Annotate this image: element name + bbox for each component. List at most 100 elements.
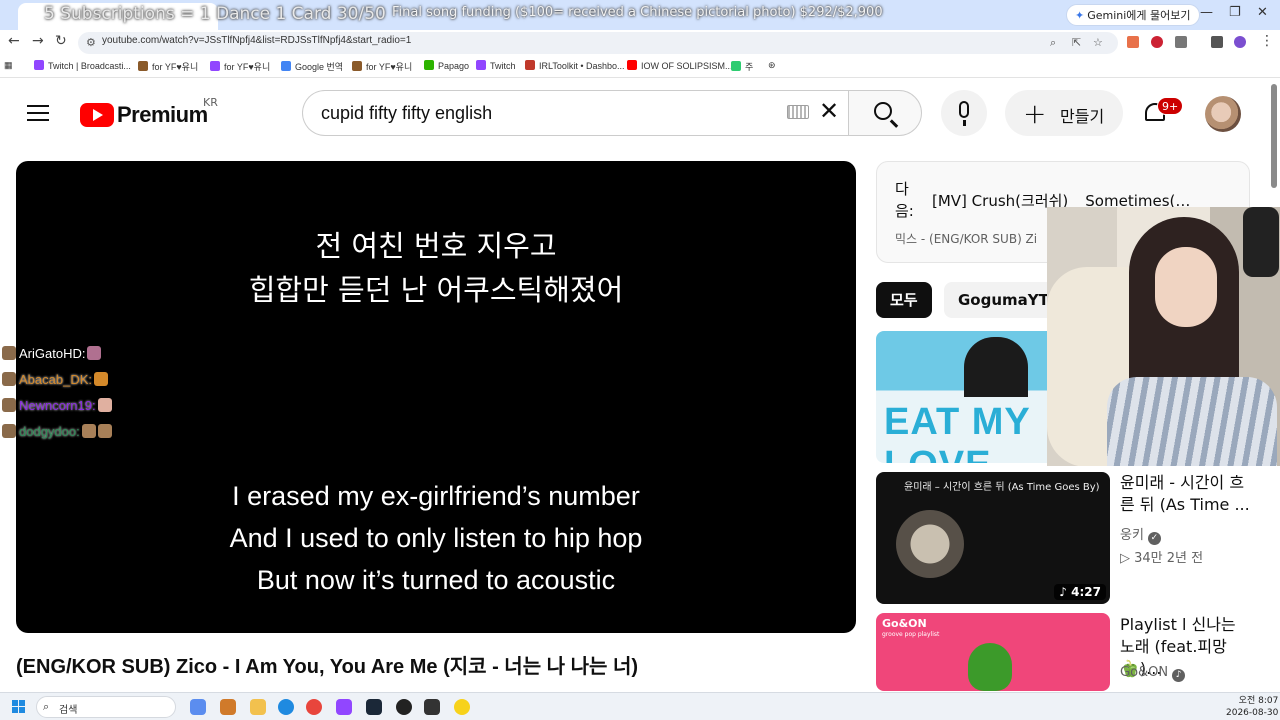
install-icon[interactable]: ⇱ <box>1072 36 1081 49</box>
create-label: 만들기 <box>1060 107 1105 126</box>
emote-icon <box>94 372 108 386</box>
extension-icon[interactable] <box>1151 36 1163 48</box>
app-icon[interactable] <box>220 699 236 715</box>
lyric-english-line: But now it’s turned to acoustic <box>256 565 616 595</box>
file-explorer-icon[interactable] <box>250 699 266 715</box>
up-next-playlist: 믹스 - (ENG/KOR SUB) Zi <box>895 232 1038 246</box>
url-text: youtube.com/watch?v=JSsTlfNpfj4&list=RDJ… <box>102 35 412 46</box>
minimize-icon[interactable]: — <box>1200 5 1213 20</box>
obs-icon[interactable] <box>396 699 412 715</box>
bookmark-item[interactable]: 주 <box>731 60 753 73</box>
gemini-icon: ✦ <box>1075 9 1085 22</box>
streamer-webcam <box>1047 207 1280 466</box>
related-channel[interactable]: Go&ON ♪ <box>1120 665 1186 682</box>
back-icon[interactable]: ← <box>8 33 20 49</box>
profile-icon[interactable] <box>1234 36 1246 48</box>
premium-logo-text[interactable]: Premium <box>117 102 208 128</box>
bookmark-star-icon[interactable]: ☆ <box>1093 36 1103 49</box>
gemini-button-label: Gemini에게 물어보기 <box>1087 9 1191 22</box>
related-video-title[interactable]: 윤미래 - 시간이 흐른 뒤 (As Time ... <box>1120 472 1250 516</box>
chat-badge-icon <box>2 398 16 412</box>
keyboard-icon[interactable] <box>787 105 809 119</box>
video-thumbnail[interactable]: Go&ON groove pop playlist <box>876 613 1110 691</box>
extension-icon[interactable] <box>1127 36 1139 48</box>
verified-icon: ✓ <box>1147 532 1161 545</box>
emote-icon <box>97 424 112 438</box>
chip-gogumayt[interactable]: GogumaYT 기 <box>944 282 1054 318</box>
emote-icon <box>97 398 112 412</box>
bookmark-item[interactable]: IOW OF SOLIPSISM... <box>627 60 733 71</box>
apps-icon[interactable]: ▦ <box>4 60 13 71</box>
duration-badge: ♪ 4:27 <box>1054 584 1106 600</box>
extensions-puzzle-icon[interactable] <box>1175 36 1187 48</box>
steam-icon[interactable] <box>366 699 382 715</box>
youtube-logo-icon[interactable] <box>80 103 114 127</box>
video-player[interactable]: 전 여친 번호 지우고 힙합만 듣던 난 어쿠스틱해졌어 I erased my… <box>16 161 856 633</box>
restore-icon[interactable]: ❐ <box>1229 5 1241 20</box>
bookmark-item[interactable]: Papago <box>424 60 469 71</box>
chatgpt-icon[interactable]: ⊛ <box>768 60 776 71</box>
app-icon[interactable] <box>424 699 440 715</box>
search-button[interactable] <box>848 90 922 136</box>
search-icon <box>874 102 892 120</box>
windows-taskbar: ⌕ 검색 오전 8:07 2026-08-30 <box>0 692 1280 720</box>
funding-overlay: Final song funding ($100= received a Chi… <box>392 5 883 20</box>
chrome-icon[interactable] <box>306 699 322 715</box>
notification-count-badge: 9+ <box>1157 97 1184 115</box>
bookmark-item[interactable]: for YF♥유니 <box>210 60 270 73</box>
voice-search-button[interactable] <box>941 90 987 136</box>
windows-start-icon[interactable] <box>12 700 26 714</box>
account-avatar[interactable] <box>1205 96 1241 132</box>
chip-all[interactable]: 모두 <box>876 282 932 318</box>
thumbnail-text: 윤미래 – 시간이 흐른 뒤 (As Time Goes By) <box>904 482 1100 493</box>
mic-icon <box>959 101 969 118</box>
search-box[interactable]: cupid fifty fifty english ✕ <box>302 90 848 136</box>
address-bar-row: ← → ↻ ⚙ youtube.com/watch?v=JSsTlfNpfj4&… <box>0 30 1280 56</box>
chat-badge-icon <box>2 372 16 386</box>
pepper-image <box>968 643 1012 691</box>
close-window-icon[interactable]: ✕ <box>1257 5 1268 20</box>
twitch-icon[interactable] <box>336 699 352 715</box>
gemini-button[interactable]: ✦ Gemini에게 물어보기 <box>1066 4 1200 26</box>
chat-message: Abacab_DK: <box>2 372 108 387</box>
zoom-icon[interactable]: ⌕ <box>1050 36 1056 50</box>
page-scrollbar[interactable] <box>1271 84 1277 188</box>
video-thumbnail[interactable]: 윤미래 – 시간이 흐른 뒤 (As Time Goes By) ♪ 4:27 <box>876 472 1110 604</box>
lyric-korean-line: 힙합만 듣던 난 어쿠스틱해졌어 <box>248 273 624 307</box>
menu-hamburger-icon[interactable] <box>27 105 49 123</box>
taskbar-clock[interactable]: 오전 8:07 2026-08-30 <box>1226 695 1278 719</box>
chat-badge-icon <box>2 424 16 438</box>
verified-icon: ♪ <box>1172 669 1186 682</box>
search-input[interactable]: cupid fifty fifty english <box>321 103 492 124</box>
bookmark-item[interactable]: Twitch | Broadcasti... <box>34 60 131 71</box>
lyric-english-line: And I used to only listen to hip hop <box>229 523 643 553</box>
forward-icon[interactable]: → <box>32 33 44 49</box>
url-field[interactable]: ⚙ youtube.com/watch?v=JSsTlfNpfj4&list=R… <box>78 32 1118 54</box>
tab-search-icon[interactable] <box>1211 36 1223 48</box>
chat-badge-icon <box>2 346 16 360</box>
kakaotalk-icon[interactable] <box>454 699 470 715</box>
bookmarks-bar: ▦ Twitch | Broadcasti... for YF♥유니 for Y… <box>0 56 1280 78</box>
taskbar-search[interactable]: ⌕ 검색 <box>36 696 176 718</box>
reload-icon[interactable]: ↻ <box>55 33 67 49</box>
copilot-icon[interactable] <box>190 699 206 715</box>
region-code: KR <box>203 96 218 109</box>
bookmark-item[interactable]: IRLToolkit • Dashbo... <box>525 60 625 71</box>
edge-icon[interactable] <box>278 699 294 715</box>
bookmark-item[interactable]: Google 번역 <box>281 60 343 73</box>
menu-icon[interactable]: ⋮ <box>1260 33 1274 49</box>
thumbnail-subtext: groove pop playlist <box>882 631 940 638</box>
create-button[interactable]: + 만들기 <box>1005 90 1123 136</box>
microphone-image <box>1243 207 1279 277</box>
search-icon: ⌕ <box>43 700 50 713</box>
bookmark-item[interactable]: Twitch <box>476 60 516 71</box>
youtube-header: Premium KR cupid fifty fifty english ✕ +… <box>0 78 1280 148</box>
clear-search-icon[interactable]: ✕ <box>819 97 839 125</box>
up-next-label: 다음: <box>895 180 914 220</box>
bookmark-item[interactable]: for YF♥유니 <box>352 60 412 73</box>
lyric-korean-line: 전 여친 번호 지우고 <box>315 229 557 263</box>
bookmark-item[interactable]: for YF♥유니 <box>138 60 198 73</box>
emote-icon <box>87 346 102 360</box>
site-info-icon[interactable]: ⚙ <box>86 36 96 49</box>
related-channel[interactable]: 웅키 ✓ <box>1120 524 1161 545</box>
